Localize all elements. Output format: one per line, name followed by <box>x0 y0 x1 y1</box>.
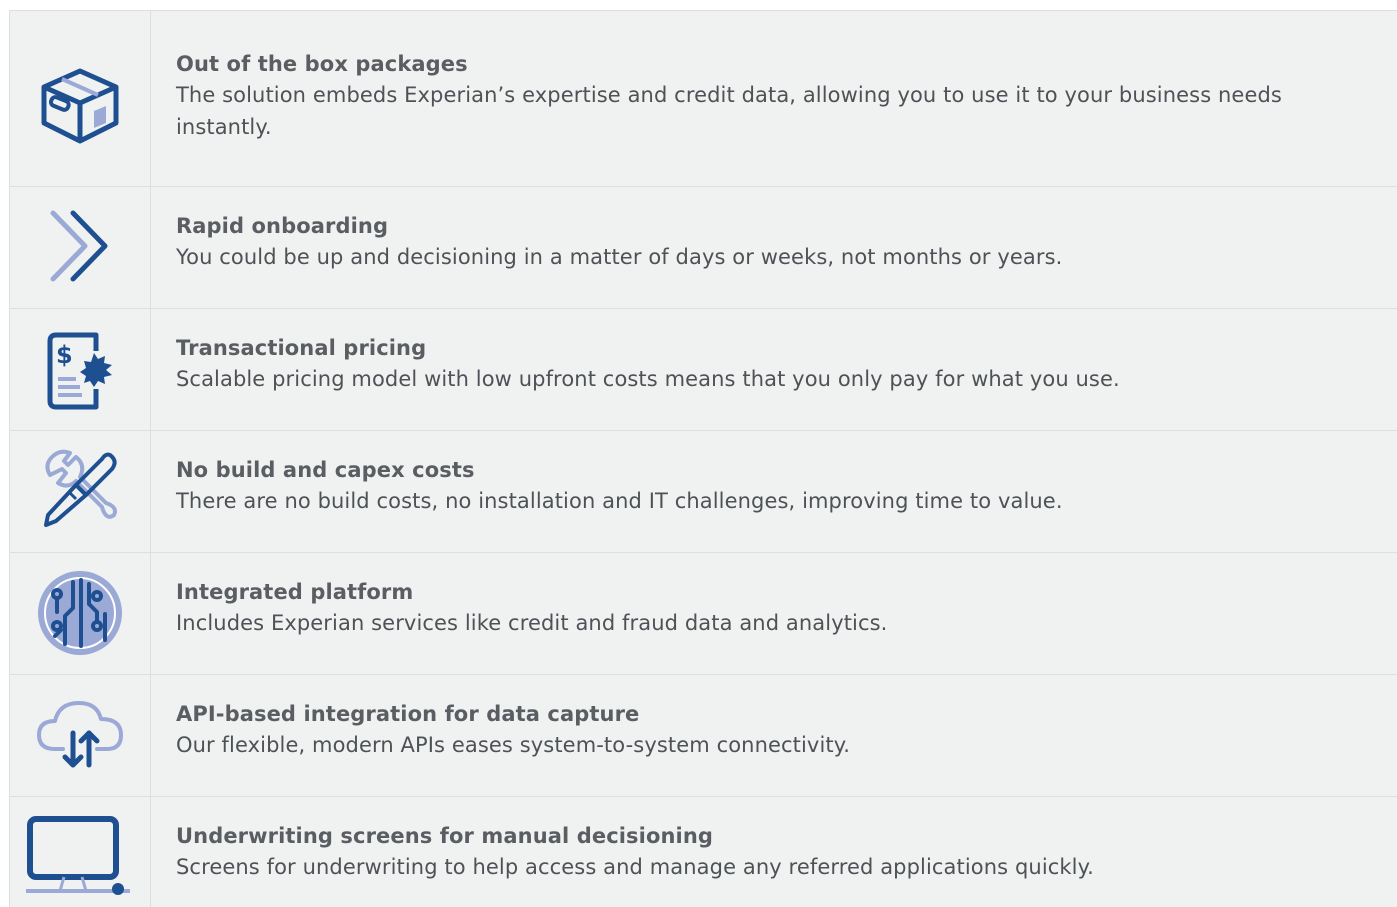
feature-icon-cell <box>10 187 150 308</box>
feature-description: Includes Experian services like credit a… <box>176 611 888 635</box>
feature-title: Integrated platform <box>176 580 414 604</box>
feature-title: Underwriting screens for manual decision… <box>176 824 714 848</box>
feature-title: Rapid onboarding <box>176 214 389 238</box>
feature-icon-cell <box>10 553 150 674</box>
feature-icon-cell <box>10 431 150 552</box>
feature-description: You could be up and decisioning in a mat… <box>176 245 1063 269</box>
feature-title: Out of the box packages <box>176 52 468 76</box>
feature-row: $ Transactional pricing Scalable pricing… <box>10 309 1397 431</box>
feature-row: No build and capex costs There are no bu… <box>10 431 1397 553</box>
svg-text:$: $ <box>56 341 73 369</box>
feature-row: Rapid onboarding You could be up and dec… <box>10 187 1397 309</box>
cloud-transfer-icon <box>37 701 123 768</box>
feature-description: Our flexible, modern APIs eases system-t… <box>176 733 851 757</box>
feature-description: Scalable pricing model with low upfront … <box>176 367 1120 391</box>
feature-description: The solution embeds Experian’s expertise… <box>176 83 1282 139</box>
feature-title: API-based integration for data capture <box>176 702 640 726</box>
feature-description: Screens for underwriting to help access … <box>176 855 1094 879</box>
features-table: Out of the box packages The solution emb… <box>9 10 1397 907</box>
double-chevron-icon <box>50 210 108 282</box>
feature-icon-cell <box>10 675 150 796</box>
feature-description: There are no build costs, no installatio… <box>176 489 1063 513</box>
feature-icon-cell <box>10 11 150 186</box>
feature-row: Underwriting screens for manual decision… <box>10 797 1397 907</box>
tools-icon <box>44 449 117 527</box>
feature-icon-cell: $ <box>10 309 150 430</box>
feature-row: Out of the box packages The solution emb… <box>10 11 1397 187</box>
monitor-icon <box>26 816 130 895</box>
feature-row: Integrated platform Includes Experian se… <box>10 553 1397 675</box>
feature-icon-cell <box>10 797 150 907</box>
package-box-icon <box>41 68 119 144</box>
circuit-platform-icon <box>38 571 122 655</box>
feature-row: API-based integration for data capture O… <box>10 675 1397 797</box>
feature-title: No build and capex costs <box>176 458 475 482</box>
pricing-document-icon: $ <box>47 332 112 410</box>
feature-title: Transactional pricing <box>176 336 427 360</box>
